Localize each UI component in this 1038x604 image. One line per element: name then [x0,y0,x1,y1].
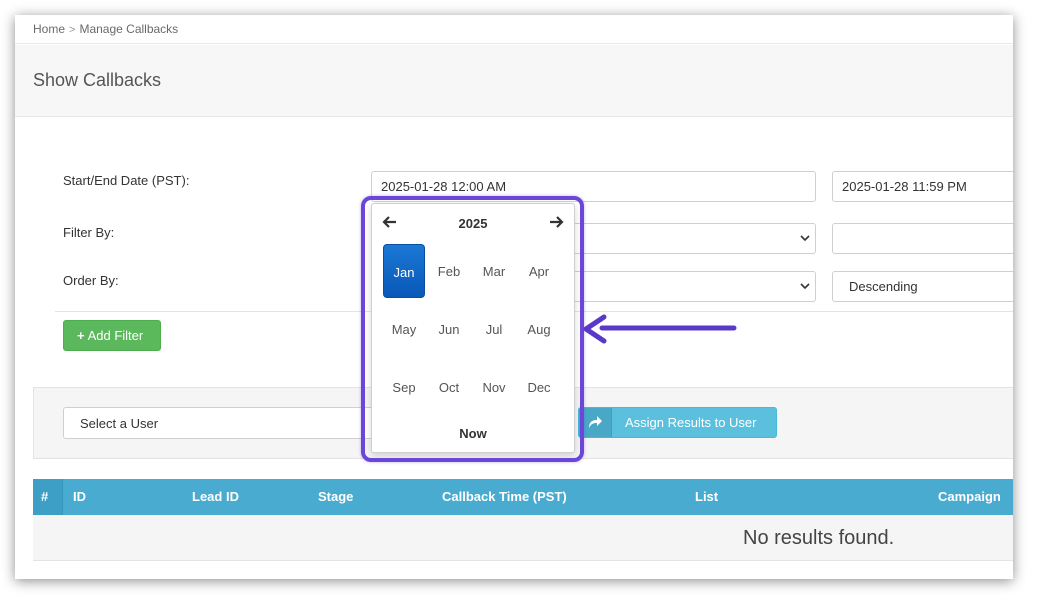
add-filter-button[interactable]: + Add Filter [63,320,161,351]
table-body: No results found. [33,515,1013,561]
table-header: # ID Lead ID Stage Callback Time (PST) L… [33,479,1013,515]
plus-icon: + [77,328,85,343]
callout-arrow-icon [583,314,737,344]
column-header-id[interactable]: ID [73,489,86,504]
breadcrumb-home[interactable]: Home [33,22,65,36]
column-header-lead-id[interactable]: Lead ID [192,489,239,504]
column-header-campaign[interactable]: Campaign [938,489,1001,504]
empty-message: No results found. [743,527,895,549]
caret-down-icon [799,232,811,244]
caret-down-icon [799,280,811,292]
filter-value-input[interactable] [832,223,1013,254]
order-by-label: Order By: [63,273,119,288]
chevron-right-icon: > [69,24,76,36]
callout-highlight-box [361,196,584,462]
filter-by-label: Filter By: [63,225,115,240]
column-header-list[interactable]: List [695,489,718,504]
column-header-stage[interactable]: Stage [318,489,353,504]
assign-results-label: Assign Results to User [625,415,757,430]
breadcrumb-current: Manage Callbacks [79,22,179,36]
date-range-label: Start/End Date (PST): [63,173,190,188]
column-header-callback-time[interactable]: Callback Time (PST) [442,489,567,504]
column-header-number[interactable]: # [33,479,63,515]
order-direction-select[interactable]: Descending [832,271,1013,302]
breadcrumb: Home > Manage Callbacks [15,15,1013,44]
user-select[interactable]: Select a User [63,407,383,439]
page-header: Show Callbacks [15,45,1013,117]
assign-results-button[interactable]: Assign Results to User [578,407,777,438]
add-filter-label: Add Filter [87,328,144,343]
page-title: Show Callbacks [33,70,162,90]
end-date-input[interactable]: 2025-01-28 11:59 PM [832,171,1013,202]
